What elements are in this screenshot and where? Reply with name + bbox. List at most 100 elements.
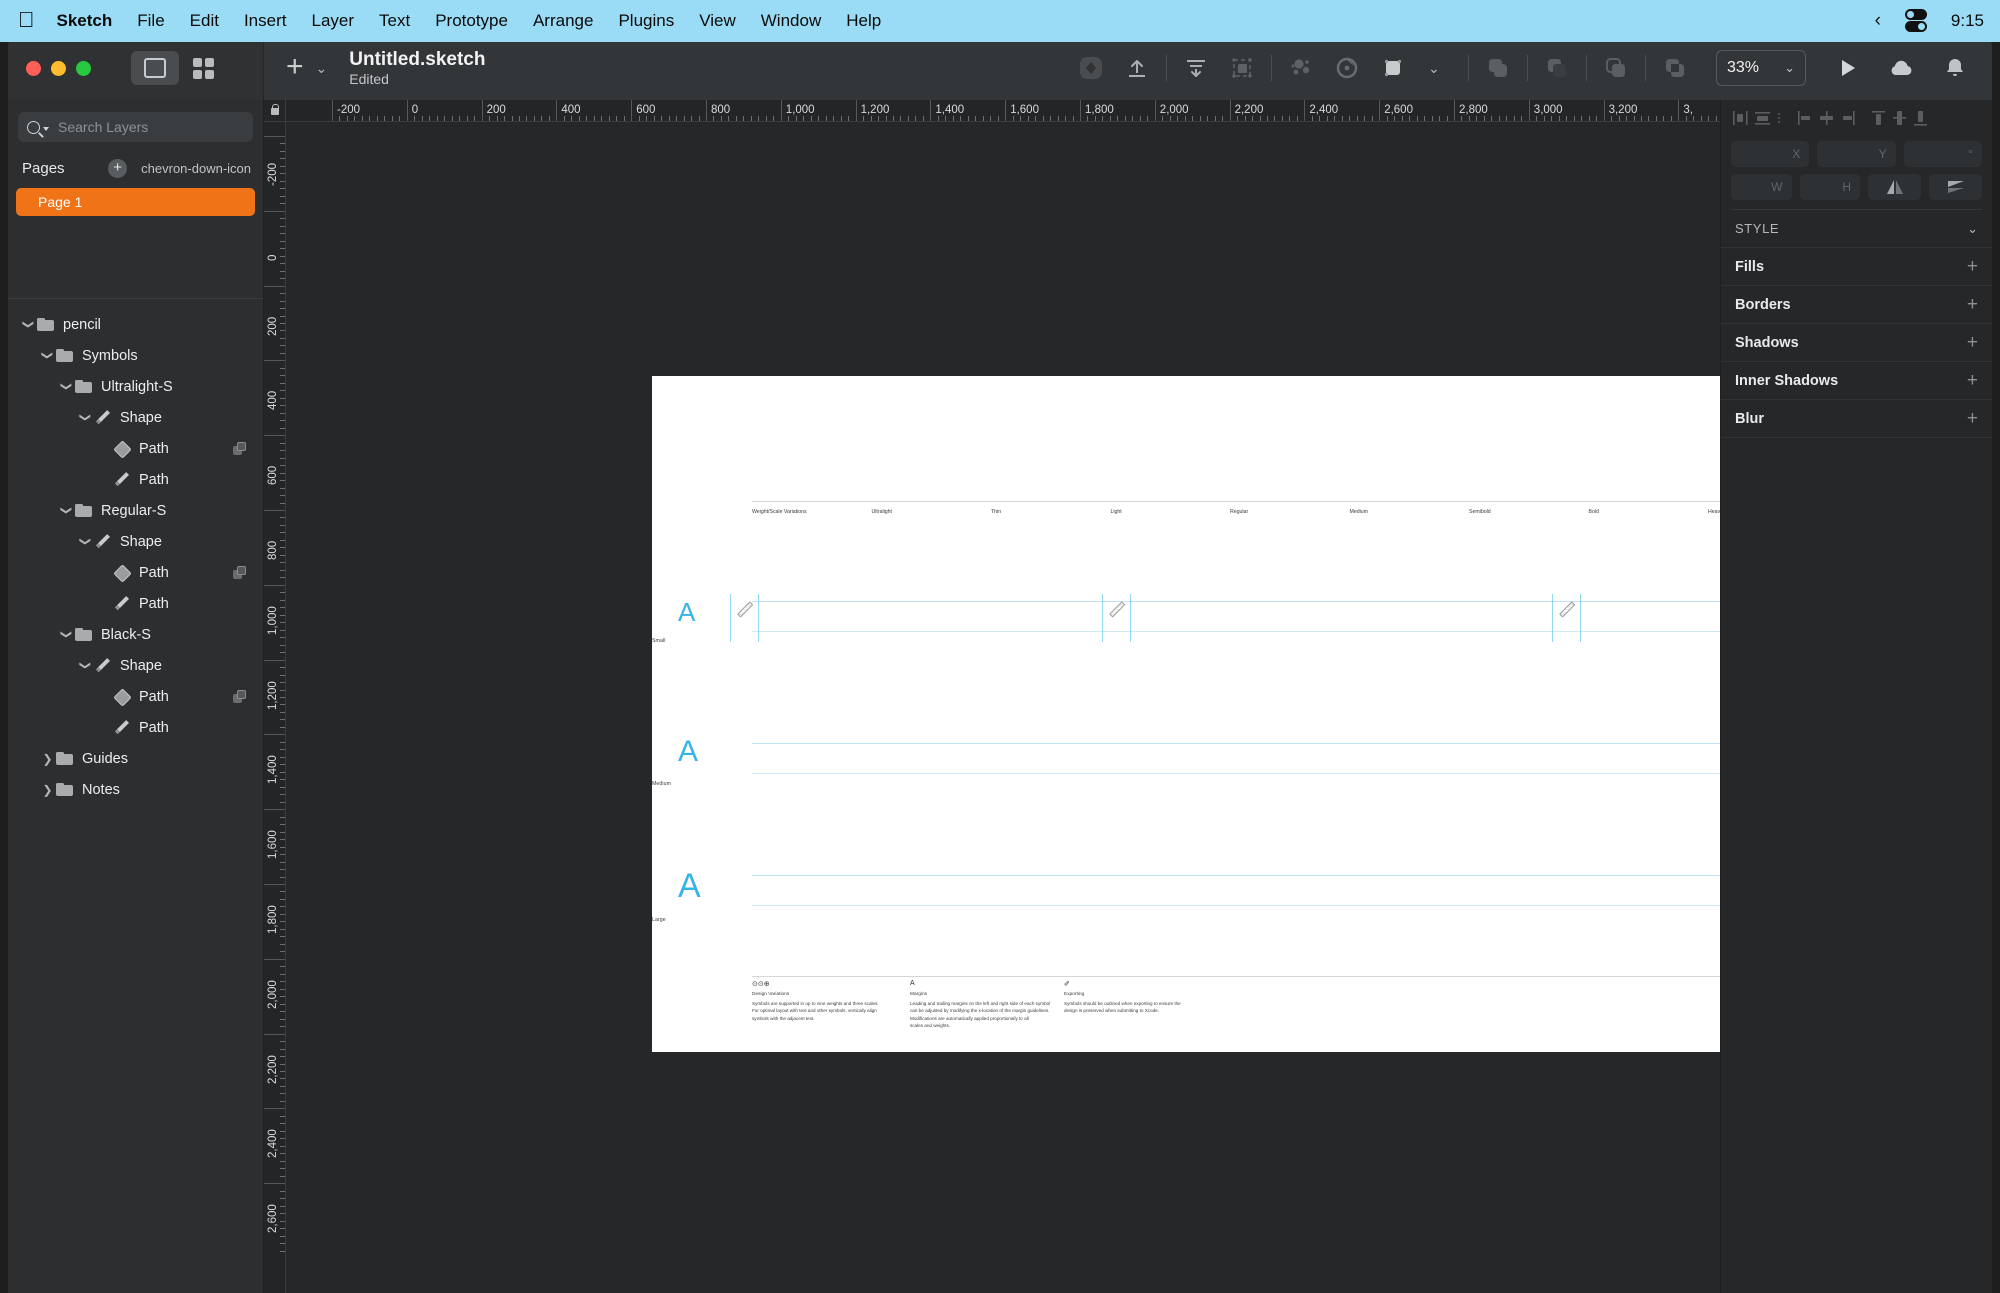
layer-row-notes[interactable]: ❯ Notes bbox=[8, 774, 263, 805]
layer-row-path[interactable]: Path bbox=[8, 712, 263, 743]
close-button[interactable] bbox=[26, 60, 41, 76]
layer-row-path[interactable]: Path bbox=[8, 557, 263, 588]
subtract-button[interactable] bbox=[1534, 48, 1580, 88]
menu-item-window[interactable]: Window bbox=[761, 11, 821, 31]
insert-button[interactable]: + bbox=[286, 51, 304, 82]
ruler-lock-button[interactable] bbox=[264, 100, 286, 122]
section-style[interactable]: STYLE ⌄ bbox=[1721, 210, 1992, 248]
scatter-button[interactable] bbox=[1278, 48, 1324, 88]
minimize-button[interactable] bbox=[51, 60, 66, 76]
menu-item-view[interactable]: View bbox=[699, 11, 736, 31]
layer-row-path[interactable]: Path bbox=[8, 433, 263, 464]
layer-row-pencil[interactable]: ❯ pencil bbox=[8, 309, 263, 340]
chevron-down-icon[interactable]: ❯ bbox=[60, 380, 73, 393]
x-field[interactable]: X bbox=[1731, 141, 1810, 167]
chevron-down-icon[interactable]: ❯ bbox=[41, 349, 54, 362]
menu-item-edit[interactable]: Edit bbox=[190, 11, 219, 31]
vertical-ruler[interactable]: -200 0 200 400 600 800 1,000 1,200 1,400 1,600 1,8… bbox=[264, 122, 286, 1293]
section-inner-shadows[interactable]: Inner Shadows + bbox=[1721, 362, 1992, 400]
layer-row-ultralight-s[interactable]: ❯ Ultralight-S bbox=[8, 371, 263, 402]
chevron-down-icon[interactable]: ❯ bbox=[22, 318, 35, 331]
align-center-h-icon[interactable] bbox=[1752, 108, 1773, 128]
add-page-icon[interactable]: + bbox=[108, 158, 128, 178]
zoom-level-select[interactable]: 33% ⌄ bbox=[1716, 50, 1806, 86]
horizontal-ruler[interactable]: -200 0 200 400 600 800 1,000 1,200 1,400 1,600 1,8… bbox=[286, 100, 1720, 122]
section-fills[interactable]: Fills + bbox=[1721, 248, 1992, 286]
notifications-button[interactable] bbox=[1932, 48, 1978, 88]
chevron-down-icon[interactable]: ❯ bbox=[79, 659, 92, 672]
chevron-down-icon[interactable]: ⌄ bbox=[1967, 221, 1978, 237]
chevron-down-icon[interactable]: ❯ bbox=[79, 411, 92, 424]
align-bottom-icon[interactable] bbox=[1910, 108, 1931, 128]
mask-chevron-down-icon[interactable]: ⌄ bbox=[1428, 60, 1440, 77]
rotation-field[interactable]: ° bbox=[1903, 141, 1982, 167]
artboard[interactable]: Weight/Scale Variations Ultralight Thin Lig… bbox=[652, 376, 1720, 1052]
layer-row-shape[interactable]: ❯ Shape bbox=[8, 526, 263, 557]
layer-row-symbols[interactable]: ❯ Symbols bbox=[8, 340, 263, 371]
preview-button[interactable] bbox=[1824, 48, 1870, 88]
layer-row-path[interactable]: Path bbox=[8, 681, 263, 712]
flip-vertical-button[interactable] bbox=[1929, 174, 1982, 200]
chevron-down-icon[interactable]: ❯ bbox=[79, 535, 92, 548]
flip-horizontal-button[interactable] bbox=[1868, 174, 1921, 200]
page-list-item-page-1[interactable]: Page 1 bbox=[16, 188, 255, 216]
canvas-viewport[interactable]: Weight/Scale Variations Ultralight Thin Lig… bbox=[286, 122, 1720, 1293]
menu-item-help[interactable]: Help bbox=[846, 11, 881, 31]
menu-item-layer[interactable]: Layer bbox=[311, 11, 354, 31]
chevron-down-icon[interactable]: ❯ bbox=[60, 628, 73, 641]
symbol-button[interactable] bbox=[1068, 48, 1114, 88]
rotate-copies-button[interactable] bbox=[1324, 48, 1370, 88]
align-top-icon[interactable] bbox=[1868, 108, 1889, 128]
search-input[interactable] bbox=[58, 119, 233, 135]
align-middle-icon[interactable] bbox=[1889, 108, 1910, 128]
more-options-icon[interactable] bbox=[1773, 113, 1785, 123]
chevron-right-icon[interactable]: ❯ bbox=[41, 783, 54, 797]
cloud-button[interactable] bbox=[1878, 48, 1924, 88]
apple-logo-icon[interactable]:  bbox=[18, 8, 35, 31]
menu-item-sketch[interactable]: Sketch bbox=[57, 11, 113, 31]
menu-bar-clock[interactable]: 9:15 bbox=[1951, 11, 1984, 31]
layer-row-black-s[interactable]: ❯ Black-S bbox=[8, 619, 263, 650]
flatten-button[interactable] bbox=[1114, 48, 1160, 88]
add-borders-button[interactable]: + bbox=[1967, 295, 1978, 314]
layer-row-path[interactable]: Path bbox=[8, 588, 263, 619]
section-shadows[interactable]: Shadows + bbox=[1721, 324, 1992, 362]
add-fills-button[interactable]: + bbox=[1967, 257, 1978, 276]
height-field[interactable]: H bbox=[1799, 174, 1860, 200]
add-blur-button[interactable]: + bbox=[1967, 409, 1978, 428]
grid-view-button[interactable] bbox=[179, 51, 227, 85]
menu-item-plugins[interactable]: Plugins bbox=[618, 11, 674, 31]
layer-row-guides[interactable]: ❯ Guides bbox=[8, 743, 263, 774]
add-inner-shadows-button[interactable]: + bbox=[1967, 371, 1978, 390]
align-bottom-button[interactable] bbox=[1173, 48, 1219, 88]
pages-chevron-down-icon[interactable]: chevron-down-icon bbox=[141, 161, 251, 176]
zoom-button[interactable] bbox=[76, 60, 91, 76]
menu-item-insert[interactable]: Insert bbox=[244, 11, 287, 31]
chevron-down-icon[interactable]: ❯ bbox=[60, 504, 73, 517]
intersect-button[interactable] bbox=[1593, 48, 1639, 88]
section-borders[interactable]: Borders + bbox=[1721, 286, 1992, 324]
search-dropdown-caret-icon[interactable] bbox=[43, 127, 49, 131]
layer-row-shape[interactable]: ❯ Shape bbox=[8, 402, 263, 433]
add-shadows-button[interactable]: + bbox=[1967, 333, 1978, 352]
artboard-view-button[interactable] bbox=[131, 51, 179, 85]
layer-row-shape[interactable]: ❯ Shape bbox=[8, 650, 263, 681]
insert-chevron-down-icon[interactable]: ⌄ bbox=[316, 60, 328, 77]
union-button[interactable] bbox=[1475, 48, 1521, 88]
layer-row-regular-s[interactable]: ❯ Regular-S bbox=[8, 495, 263, 526]
back-chevron-icon[interactable]: ‹ bbox=[1875, 10, 1881, 32]
width-field[interactable]: W bbox=[1731, 174, 1792, 200]
control-center-icon[interactable] bbox=[1903, 8, 1929, 34]
search-layers-field[interactable] bbox=[18, 112, 253, 142]
distribute-center-icon[interactable] bbox=[1816, 108, 1837, 128]
distribute-left-icon[interactable] bbox=[1795, 108, 1816, 128]
group-button[interactable] bbox=[1219, 48, 1265, 88]
distribute-right-icon[interactable] bbox=[1837, 108, 1858, 128]
menu-item-text[interactable]: Text bbox=[379, 11, 410, 31]
menu-item-prototype[interactable]: Prototype bbox=[435, 11, 508, 31]
y-field[interactable]: Y bbox=[1817, 141, 1896, 167]
menu-item-file[interactable]: File bbox=[137, 11, 164, 31]
chevron-right-icon[interactable]: ❯ bbox=[41, 752, 54, 766]
mask-button[interactable] bbox=[1370, 48, 1416, 88]
section-blur[interactable]: Blur + bbox=[1721, 400, 1992, 438]
